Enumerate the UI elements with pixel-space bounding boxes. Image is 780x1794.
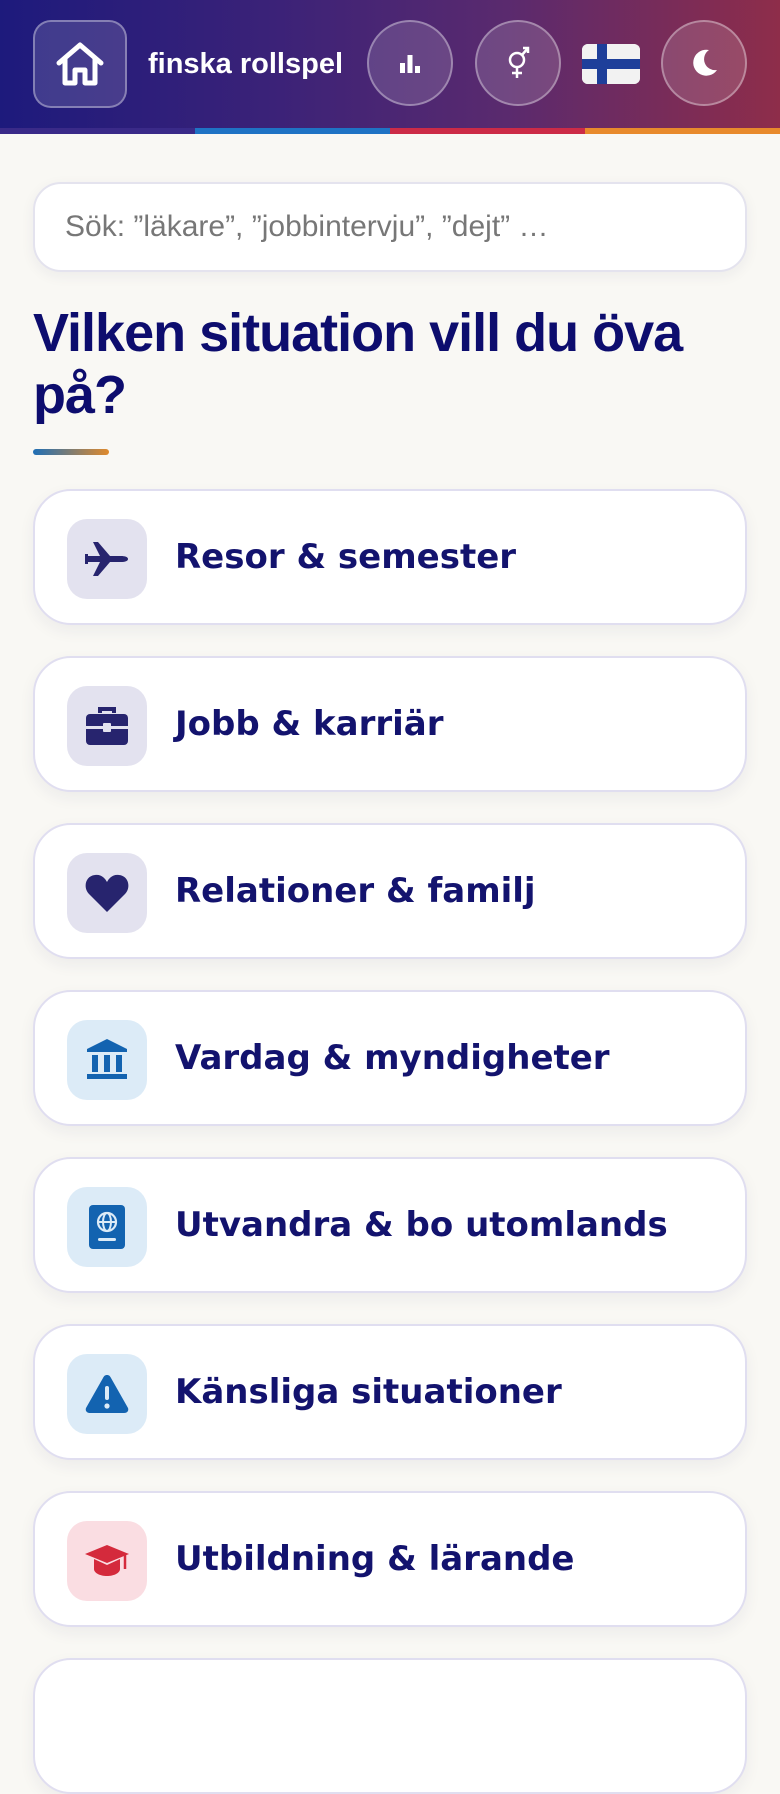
category-icon-tile [67, 1187, 147, 1267]
bar-chart-icon [400, 55, 420, 73]
briefcase-icon [86, 707, 128, 745]
theme-toggle-button[interactable] [661, 20, 747, 106]
airplane-icon [85, 542, 128, 576]
category-icon-tile [67, 1354, 147, 1434]
category-icon-tile [67, 519, 147, 599]
category-icon-tile [67, 686, 147, 766]
search-input[interactable] [33, 182, 747, 272]
moon-icon [693, 49, 717, 76]
app-header: finska rollspel [0, 0, 780, 128]
home-icon [56, 42, 104, 86]
category-card-travel[interactable]: Resor & semester [33, 489, 747, 625]
category-card-relations[interactable]: Relationer & familj [33, 823, 747, 959]
graduation-cap-icon [85, 1545, 129, 1576]
gender-button[interactable] [475, 20, 561, 106]
category-card-sensitive[interactable]: Känsliga situationer [33, 1324, 747, 1460]
category-icon-tile [67, 1020, 147, 1100]
heading-underline [33, 449, 109, 455]
bank-building-icon [87, 1039, 127, 1079]
passport-icon [89, 1205, 125, 1249]
language-button[interactable] [582, 44, 640, 84]
category-card-career[interactable]: Jobb & karriär [33, 656, 747, 792]
category-card-partial[interactable] [33, 1658, 747, 1794]
category-label: Jobb & karriär [175, 704, 444, 744]
category-label: Resor & semester [175, 537, 517, 577]
category-label: Utbildning & lärande [175, 1539, 575, 1579]
category-icon-tile [67, 1521, 147, 1601]
app-title: finska rollspel [148, 48, 344, 80]
stats-button[interactable] [367, 20, 453, 106]
category-label: Vardag & myndigheter [175, 1038, 610, 1078]
category-label: Utvandra & bo utomlands [175, 1205, 668, 1245]
finland-flag-icon [582, 44, 640, 84]
home-button[interactable] [33, 20, 127, 108]
category-icon-tile [67, 853, 147, 933]
heart-icon [85, 874, 129, 912]
category-card-education[interactable]: Utbildning & lärande [33, 1491, 747, 1627]
gender-icon [508, 46, 530, 78]
page-title: Vilken situation vill du öva på? [33, 303, 683, 425]
category-card-emigrate[interactable]: Utvandra & bo utomlands [33, 1157, 747, 1293]
header-stripe [0, 128, 780, 134]
category-card-everyday[interactable]: Vardag & myndigheter [33, 990, 747, 1126]
category-label: Relationer & familj [175, 871, 536, 911]
category-label: Känsliga situationer [175, 1372, 562, 1412]
warning-icon [85, 1375, 129, 1413]
